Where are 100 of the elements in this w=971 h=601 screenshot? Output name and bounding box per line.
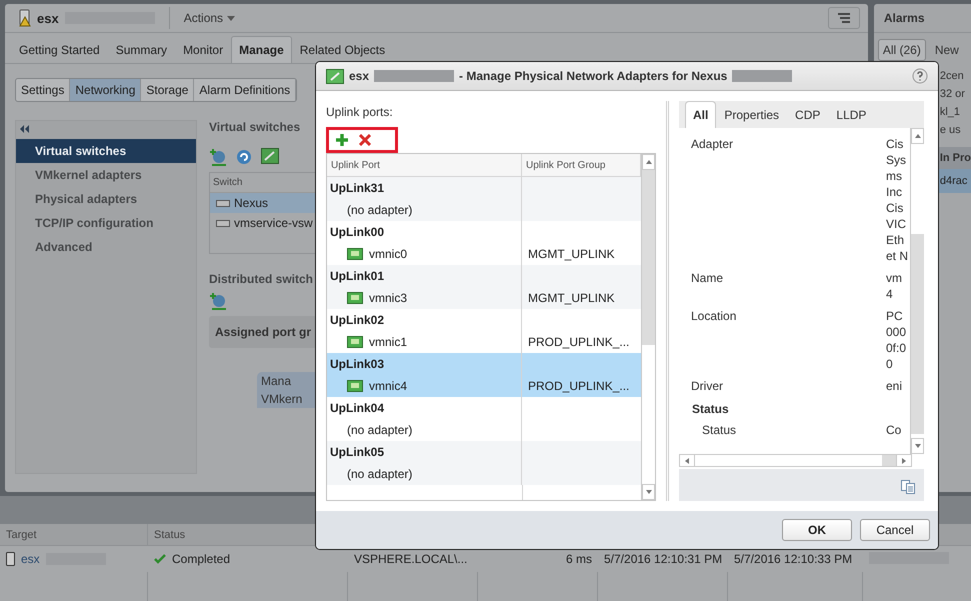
scroll-down-arrow-icon[interactable] xyxy=(646,490,652,494)
add-icon[interactable] xyxy=(335,133,349,147)
actions-menu[interactable]: Actions xyxy=(184,11,236,25)
port-group-name: PROD_UPLINK_... xyxy=(527,378,630,395)
cancel-button[interactable]: Cancel xyxy=(860,519,930,541)
tab[interactable]: Related Objects xyxy=(292,36,394,63)
detail-tab[interactable]: CDP xyxy=(787,101,828,128)
property-value: Eth xyxy=(886,232,906,248)
scroll-right-arrow-icon[interactable] xyxy=(902,458,906,464)
property-value: Co xyxy=(886,422,902,438)
alarm-tab[interactable]: New xyxy=(930,39,964,61)
table-cell-text: VSPHERE.LOCAL\... xyxy=(353,551,468,568)
detail-tab[interactable]: Properties xyxy=(716,101,788,128)
property-value: 000 xyxy=(886,324,908,340)
uplink-port-name: UpLink04 xyxy=(327,397,522,419)
section-title: Virtual switches xyxy=(209,120,300,134)
adapter-name: vmnic0 xyxy=(369,247,408,261)
network-card-icon xyxy=(347,380,363,392)
detail-tab[interactable]: All xyxy=(685,101,716,128)
alarm-tab[interactable]: All (26) xyxy=(878,39,926,61)
property-value: 0 xyxy=(886,356,894,372)
scroll-down-arrow-icon[interactable] xyxy=(914,444,920,448)
tab[interactable]: Manage xyxy=(231,36,292,63)
switch-row[interactable]: vmservice-vsw xyxy=(210,213,320,233)
scroll-up-arrow-icon[interactable] xyxy=(914,134,920,138)
uplink-row[interactable]: UpLink03 vmnic4 PROD_UPLINK_... xyxy=(327,353,641,397)
network-card-icon xyxy=(347,336,363,348)
adapter-name: vmnic4 xyxy=(369,379,408,393)
nav-item[interactable]: VMkernel adapters xyxy=(16,163,196,187)
property-value: eni xyxy=(886,378,904,394)
target-link[interactable]: esx xyxy=(21,552,40,566)
nav-item[interactable]: Virtual switches xyxy=(16,139,196,163)
tab[interactable]: Getting Started xyxy=(11,36,108,63)
property-label: Status xyxy=(701,422,736,438)
nav-item[interactable]: Advanced xyxy=(16,235,196,259)
section-title: Distributed switch xyxy=(209,272,314,286)
port-group-name: MGMT_UPLINK xyxy=(527,246,616,263)
network-adapter-icon xyxy=(326,68,344,84)
vertical-scrollbar[interactable] xyxy=(641,154,655,500)
uplink-port-name: UpLink05 xyxy=(327,441,522,463)
property-value: Cis xyxy=(886,200,904,216)
property-value: Inc xyxy=(886,184,904,200)
edit-adapters-icon[interactable] xyxy=(261,148,279,164)
alarms-title: Alarms xyxy=(874,4,971,33)
uplink-row[interactable]: UpLink01 vmnic3 MGMT_UPLINK xyxy=(327,265,641,309)
property-value: vm xyxy=(886,270,903,286)
tab[interactable]: Summary xyxy=(108,36,176,63)
status-text: Completed xyxy=(172,552,230,566)
property-label: Location xyxy=(691,308,736,325)
uplink-row[interactable]: UpLink05 (no adapter) xyxy=(327,441,641,485)
ok-button[interactable]: OK xyxy=(782,519,852,541)
port-group-label: VMkern xyxy=(260,391,304,408)
property-value: 0f:0 xyxy=(886,340,908,356)
dialog-title-host: esx xyxy=(349,69,370,83)
tab[interactable]: Monitor xyxy=(175,36,232,63)
uplink-port-name: UpLink31 xyxy=(327,177,522,199)
caret-icon xyxy=(227,16,236,20)
nav-item[interactable]: TCP/IP configuration xyxy=(16,211,196,235)
adapter-name: (no adapter) xyxy=(347,423,412,437)
table-cell-text: 5/7/2016 12:10:31 PM xyxy=(603,551,724,568)
subtab[interactable]: Storage xyxy=(141,79,194,101)
nav-item[interactable]: Physical adapters xyxy=(16,187,196,211)
vertical-scrollbar[interactable] xyxy=(910,128,924,454)
host-name: esx xyxy=(37,10,59,26)
port-group-name: PROD_UPLINK_... xyxy=(527,334,630,351)
host-icon xyxy=(6,552,15,566)
subtab[interactable]: Networking xyxy=(70,79,142,101)
adapter-name: (no adapter) xyxy=(347,203,412,217)
adapter-name: vmnic1 xyxy=(369,335,408,349)
detail-tab[interactable]: LLDP xyxy=(828,101,874,128)
port-group-label: Mana xyxy=(260,373,292,390)
property-label: Adapter xyxy=(691,136,734,153)
check-icon xyxy=(154,554,166,564)
panel-title: Assigned port gr xyxy=(209,316,318,348)
property-value: VIC xyxy=(886,216,908,232)
copy-icon[interactable] xyxy=(900,479,916,495)
scroll-left-arrow-icon[interactable] xyxy=(685,458,689,464)
horizontal-scrollbar[interactable] xyxy=(679,454,912,467)
refresh-network-icon[interactable] xyxy=(235,148,253,166)
subtab[interactable]: Alarm Definitions xyxy=(194,79,296,101)
scroll-thumb[interactable] xyxy=(882,455,896,466)
network-card-icon xyxy=(347,248,363,260)
switch-icon xyxy=(216,219,230,227)
table-cell-text: 6 ms xyxy=(564,551,593,568)
uplink-ports-label: Uplink ports: xyxy=(326,105,394,119)
help-icon[interactable] xyxy=(912,68,928,84)
collapse-icon[interactable] xyxy=(20,125,30,133)
menu-icon xyxy=(836,13,852,23)
scroll-up-arrow-icon[interactable] xyxy=(646,160,652,164)
uplink-row[interactable]: UpLink31 (no adapter) xyxy=(327,177,641,221)
column-header: Target xyxy=(0,524,148,546)
table-cell-text: 5/7/2016 12:10:33 PM xyxy=(733,551,854,568)
menu-button[interactable] xyxy=(828,7,860,29)
dialog-title: - Manage Physical Network Adapters for Nexus xyxy=(459,69,728,83)
property-value: ms xyxy=(886,168,903,184)
adapter-name: vmnic3 xyxy=(369,291,408,305)
host-warning-icon xyxy=(19,9,31,27)
property-value: et N xyxy=(886,248,910,264)
remove-icon[interactable] xyxy=(359,134,371,146)
network-card-icon xyxy=(347,292,363,304)
